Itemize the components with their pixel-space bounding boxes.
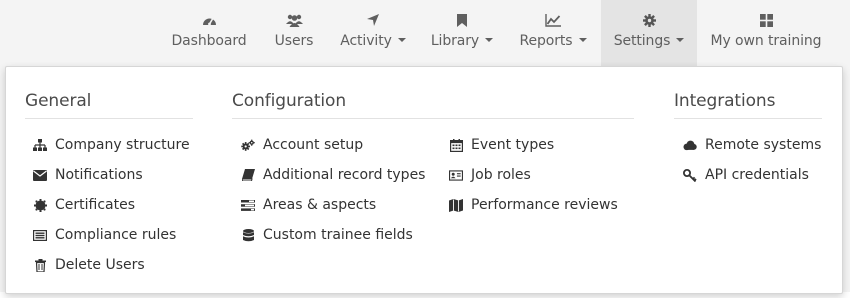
id-card-icon (449, 168, 463, 182)
menu-item-certificates[interactable]: Certificates (33, 194, 135, 216)
tasks-icon (241, 198, 255, 212)
grid-icon (759, 13, 773, 27)
bookmark-icon (457, 13, 467, 27)
trash-icon (33, 258, 47, 272)
book-icon (241, 168, 255, 182)
section-divider (674, 118, 822, 119)
menu-item-event-types[interactable]: Event types (449, 134, 554, 156)
database-icon (241, 228, 255, 242)
list-alt-icon (33, 228, 47, 242)
menu-item-company-structure[interactable]: Company structure (33, 134, 190, 156)
menu-item-label: Job roles (471, 167, 531, 183)
caret-down-icon (397, 38, 406, 42)
nav-library[interactable]: Library (424, 0, 500, 66)
nav-users[interactable]: Users (266, 0, 322, 66)
map-icon (449, 198, 463, 212)
menu-item-additional-record-types[interactable]: Additional record types (241, 164, 425, 186)
location-arrow-icon (367, 13, 379, 27)
section-title-integrations: Integrations (674, 91, 776, 111)
cogs-icon (241, 138, 255, 152)
top-navigation: Dashboard Users Activity Library Reports… (0, 0, 850, 66)
nav-my-own-training[interactable]: My own training (705, 0, 827, 66)
menu-item-notifications[interactable]: Notifications (33, 164, 143, 186)
nav-activity-label: Activity (340, 33, 392, 49)
gear-icon (642, 13, 656, 27)
menu-item-performance-reviews[interactable]: Performance reviews (449, 194, 618, 216)
menu-item-compliance-rules[interactable]: Compliance rules (33, 224, 176, 246)
menu-item-label: Account setup (263, 137, 364, 153)
nav-reports-label: Reports (519, 33, 573, 49)
menu-item-label: Compliance rules (55, 227, 177, 243)
certificate-icon (33, 198, 47, 212)
caret-down-icon (676, 38, 685, 42)
menu-item-custom-trainee-fields[interactable]: Custom trainee fields (241, 224, 413, 246)
menu-item-label: Performance reviews (471, 197, 618, 213)
calendar-icon (449, 138, 463, 152)
section-divider (25, 118, 193, 119)
caret-down-icon (578, 38, 587, 42)
nav-users-label: Users (274, 33, 314, 49)
section-title-configuration: Configuration (232, 91, 346, 111)
key-icon (683, 168, 697, 182)
nav-settings[interactable]: Settings (601, 0, 697, 66)
menu-item-account-setup[interactable]: Account setup (241, 134, 363, 156)
settings-dropdown-menu: General Company structure Notifications … (5, 66, 843, 294)
menu-item-label: Delete Users (55, 257, 145, 273)
nav-dashboard[interactable]: Dashboard (166, 0, 252, 66)
nav-dashboard-label: Dashboard (171, 33, 247, 49)
menu-item-job-roles[interactable]: Job roles (449, 164, 531, 186)
cloud-icon (683, 138, 697, 152)
nav-library-label: Library (430, 33, 480, 49)
caret-down-icon (485, 38, 494, 42)
menu-item-label: Areas & aspects (263, 197, 377, 213)
section-divider (232, 118, 634, 119)
nav-reports[interactable]: Reports (512, 0, 594, 66)
nav-my-own-training-label: My own training (710, 33, 822, 49)
menu-item-label: Remote systems (705, 137, 822, 153)
menu-item-remote-systems[interactable]: Remote systems (683, 134, 821, 156)
nav-activity[interactable]: Activity (334, 0, 412, 66)
users-icon (285, 13, 303, 27)
envelope-icon (33, 168, 47, 182)
menu-item-label: API credentials (705, 167, 809, 183)
menu-item-areas-aspects[interactable]: Areas & aspects (241, 194, 376, 216)
menu-item-label: Company structure (55, 137, 190, 153)
menu-item-label: Custom trainee fields (263, 227, 413, 243)
menu-item-label: Notifications (55, 167, 143, 183)
section-title-general: General (25, 91, 92, 111)
sitemap-icon (33, 138, 47, 152)
menu-item-label: Certificates (55, 197, 136, 213)
menu-item-label: Event types (471, 137, 555, 153)
dashboard-icon (202, 13, 217, 27)
line-chart-icon (545, 13, 561, 27)
menu-item-label: Additional record types (263, 167, 426, 183)
nav-settings-label: Settings (613, 33, 671, 49)
menu-item-api-credentials[interactable]: API credentials (683, 164, 809, 186)
menu-item-delete-users[interactable]: Delete Users (33, 254, 145, 276)
